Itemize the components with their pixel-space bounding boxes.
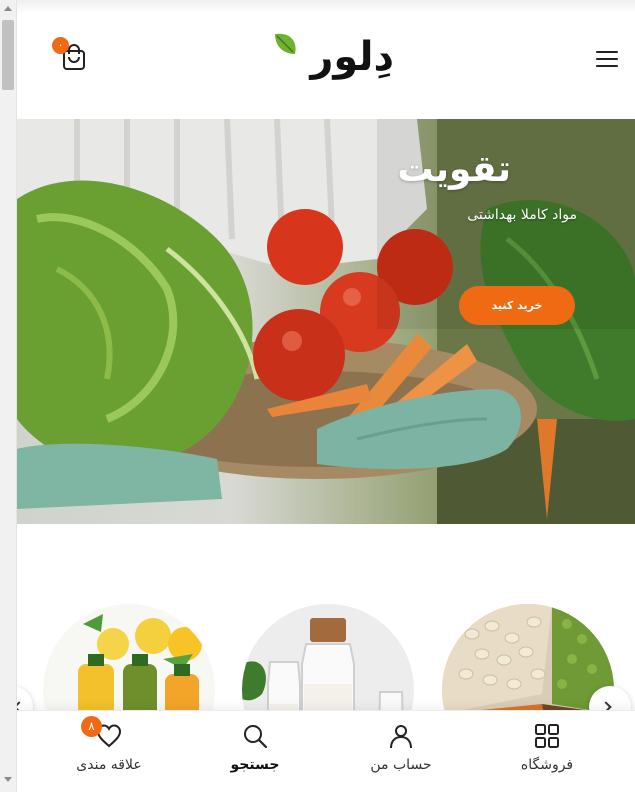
hero-title: تقویت xyxy=(397,149,511,190)
scroll-thumb[interactable] xyxy=(2,20,14,90)
page: ۰ دِلور تقویت مواد کاملا بهداشتی خرید کن… xyxy=(17,0,635,792)
hero-subtitle: مواد کاملا بهداشتی xyxy=(467,207,577,223)
cart-count-badge: ۰ xyxy=(52,37,69,54)
logo-text: دِلور xyxy=(310,34,395,80)
hamburger-icon xyxy=(596,51,618,53)
wishlist-count-badge: ۸ xyxy=(81,716,102,737)
nav-account[interactable]: حساب من xyxy=(351,711,451,792)
header-top-shade xyxy=(17,0,635,14)
nav-search-label: جستجو xyxy=(230,757,280,773)
leaf-icon xyxy=(275,33,296,54)
hero-banner: تقویت مواد کاملا بهداشتی خرید کنید xyxy=(17,119,635,524)
bottom-navigation: فروشگاه حساب من جستجو ۸ علاقه مندی xyxy=(17,710,635,792)
menu-button[interactable] xyxy=(595,48,619,68)
search-icon xyxy=(244,725,268,749)
site-header: ۰ دِلور xyxy=(17,0,635,119)
page-scrollbar[interactable] xyxy=(0,0,17,792)
nav-search[interactable]: جستجو xyxy=(205,711,305,792)
hamburger-line xyxy=(596,58,618,60)
cart-button[interactable]: ۰ xyxy=(52,37,91,74)
user-icon xyxy=(390,725,412,749)
nav-wishlist-label: علاقه مندی xyxy=(76,757,142,773)
hamburger-line xyxy=(596,65,618,67)
nav-account-label: حساب من xyxy=(370,757,432,773)
nav-wishlist[interactable]: ۸ علاقه مندی xyxy=(59,711,159,792)
scroll-up-arrow-icon[interactable] xyxy=(4,6,12,11)
category-carousel xyxy=(17,524,635,776)
site-logo[interactable]: دِلور xyxy=(269,28,395,94)
shop-now-button[interactable]: خرید کنید xyxy=(459,286,575,325)
scroll-down-arrow-icon[interactable] xyxy=(4,777,12,782)
nav-shop-label: فروشگاه xyxy=(520,757,574,773)
nav-shop[interactable]: فروشگاه xyxy=(497,711,597,792)
grid-icon xyxy=(535,724,559,748)
